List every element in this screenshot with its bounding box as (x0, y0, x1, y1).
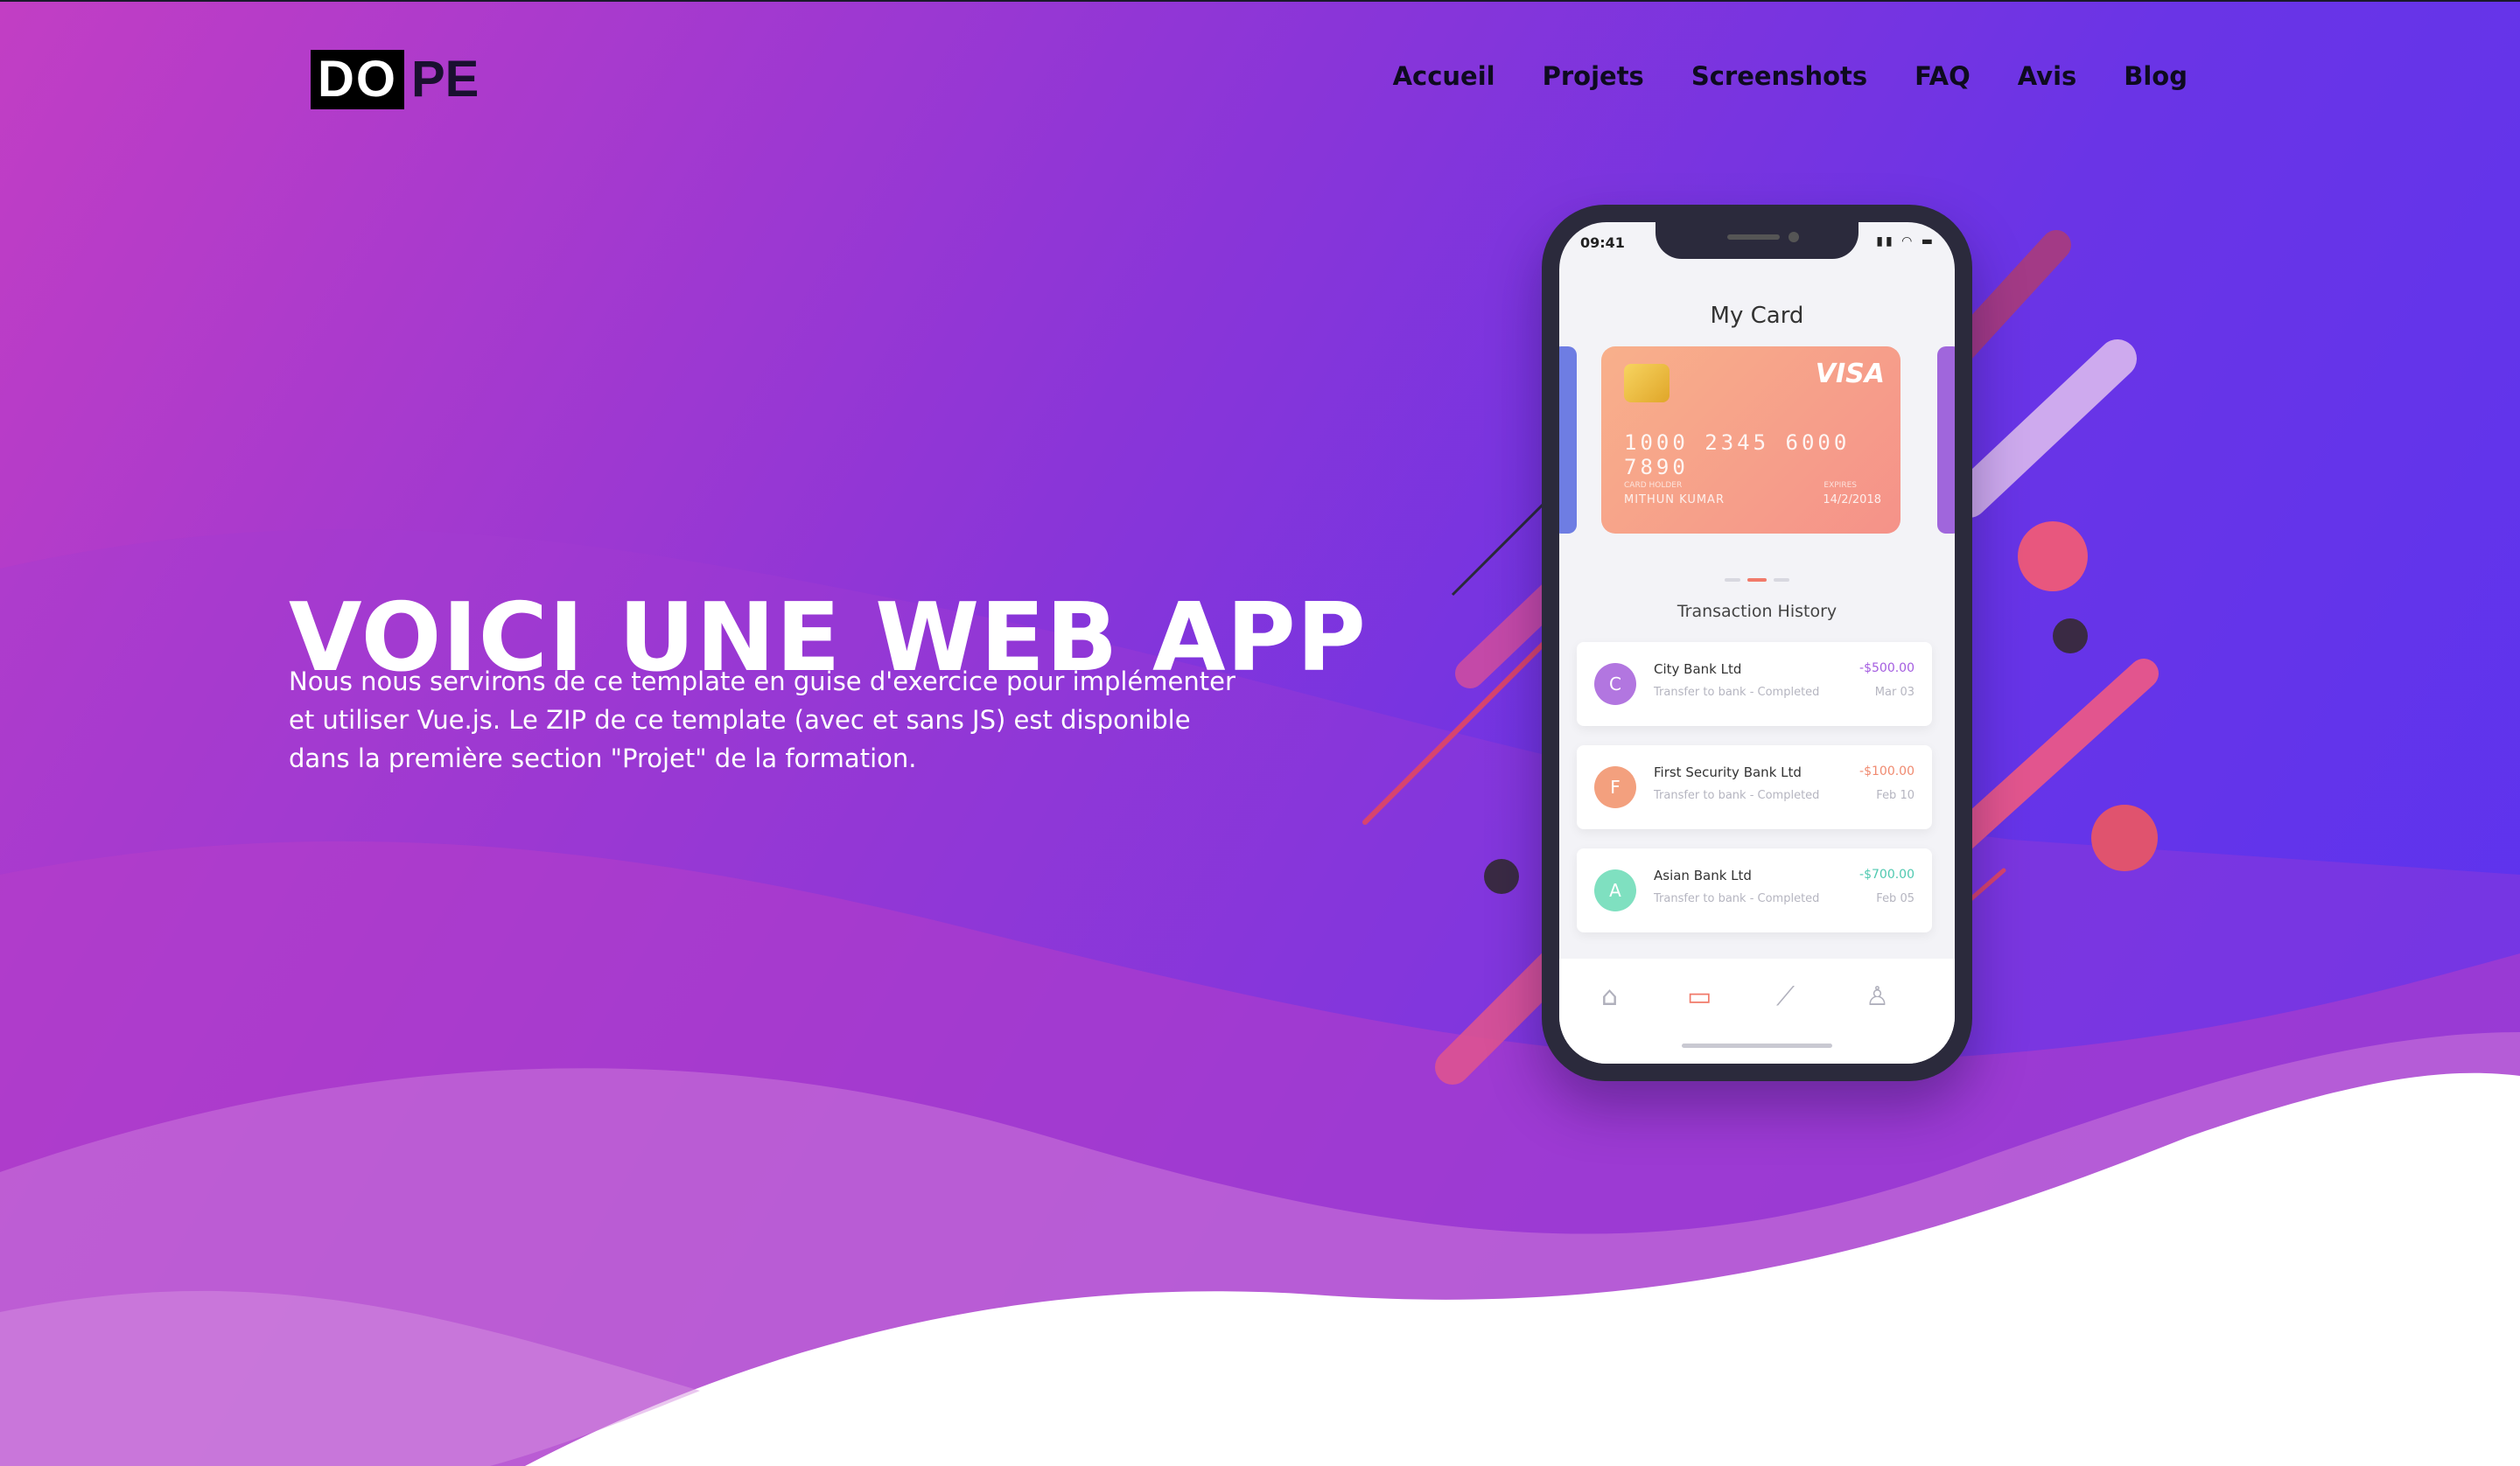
transaction-amount: -$700.00 (1859, 868, 1914, 882)
transaction-amount: -$500.00 (1859, 661, 1914, 675)
phone-screen: 09:41 ▮▮ ◠ ▬ My Card VISA 1000 2345 6000… (1559, 222, 1955, 1064)
transaction-row[interactable]: C City Bank Ltd Transfer to bank - Compl… (1577, 642, 1932, 726)
credit-card: VISA 1000 2345 6000 7890 CARD HOLDER MIT… (1601, 346, 1900, 534)
logo[interactable]: DO PE (311, 50, 479, 109)
chart-icon[interactable]: ⟋ (1776, 981, 1795, 1012)
transaction-name: City Bank Ltd (1654, 661, 1742, 677)
transaction-date: Feb 10 (1876, 789, 1914, 802)
status-time: 09:41 (1580, 234, 1625, 251)
transaction-date: Feb 05 (1876, 892, 1914, 905)
carousel-dots (1559, 569, 1955, 585)
chip-icon (1624, 364, 1670, 402)
transaction-amount: -$100.00 (1859, 764, 1914, 778)
signal-battery-icon: ▮▮ ◠ ▬ (1876, 234, 1936, 248)
card-holder-label: CARD HOLDER (1624, 481, 1683, 490)
card-brand: VISA (1815, 359, 1885, 389)
tab-bar: ⌂ ▭ ⟋ ♙ (1559, 959, 1955, 1064)
screen-title: My Card (1710, 303, 1804, 329)
user-icon[interactable]: ♙ (1866, 981, 1889, 1012)
transaction-status: Transfer to bank - Completed (1654, 892, 1820, 905)
nav-accueil[interactable]: Accueil (1393, 61, 1495, 91)
transaction-row[interactable]: A Asian Bank Ltd Transfer to bank - Comp… (1577, 848, 1932, 932)
hero-description: Nous nous servirons de ce template en gu… (289, 667, 1236, 773)
transaction-status: Transfer to bank - Completed (1654, 789, 1820, 802)
transaction-name: Asian Bank Ltd (1654, 868, 1752, 883)
logo-box: DO (311, 50, 404, 109)
card-expiry-label: EXPIRES (1824, 481, 1857, 490)
nav-faq[interactable]: FAQ (1914, 61, 1970, 91)
nav-projets[interactable]: Projets (1543, 61, 1644, 91)
transaction-row[interactable]: F First Security Bank Ltd Transfer to ba… (1577, 745, 1932, 829)
avatar: A (1594, 869, 1636, 911)
phone-mockup: 09:41 ▮▮ ◠ ▬ My Card VISA 1000 2345 6000… (1542, 205, 1972, 1081)
home-indicator (1682, 1044, 1832, 1048)
card-expiry: 14/2/2018 (1823, 493, 1881, 506)
card-number: 1000 2345 6000 7890 (1624, 430, 1851, 479)
home-icon[interactable]: ⌂ (1601, 981, 1618, 1012)
card-next (1937, 346, 1955, 534)
card-holder: MITHUN KUMAR (1624, 493, 1725, 506)
main-nav: Accueil Projets Screenshots FAQ Avis Blo… (1393, 61, 2188, 91)
transaction-status: Transfer to bank - Completed (1654, 686, 1820, 699)
avatar: F (1594, 766, 1636, 808)
logo-text: PE (411, 51, 480, 108)
avatar: C (1594, 663, 1636, 705)
nav-screenshots[interactable]: Screenshots (1691, 61, 1867, 91)
transaction-name: First Security Bank Ltd (1654, 764, 1802, 780)
transaction-date: Mar 03 (1874, 686, 1914, 699)
card-icon[interactable]: ▭ (1687, 981, 1712, 1012)
phone-notch (1656, 222, 1858, 259)
card-prev (1559, 346, 1577, 534)
nav-avis[interactable]: Avis (2018, 61, 2077, 91)
transaction-history-title: Transaction History (1676, 602, 1838, 621)
nav-blog[interactable]: Blog (2124, 61, 2188, 91)
